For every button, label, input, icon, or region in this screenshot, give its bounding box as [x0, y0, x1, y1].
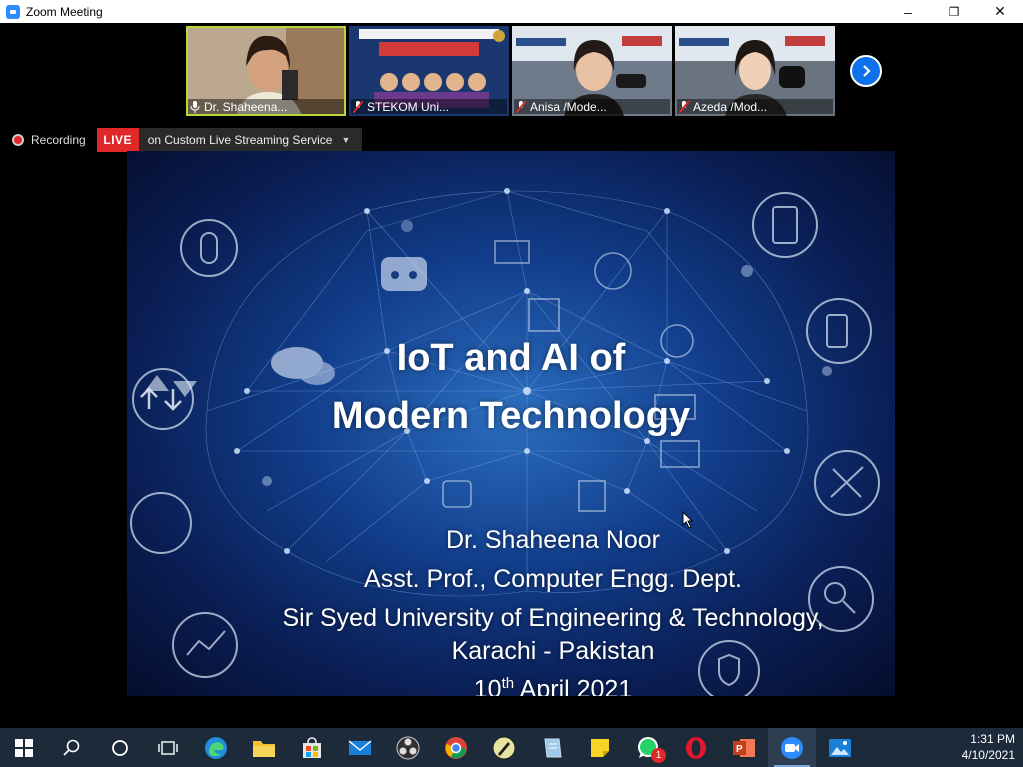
sticky-notes-icon[interactable] [576, 728, 624, 767]
cortana-icon[interactable] [96, 728, 144, 767]
slide-title-line2: Modern Technology [331, 395, 691, 437]
search-icon[interactable] [48, 728, 96, 767]
edge-icon[interactable] [192, 728, 240, 767]
record-dot-icon [12, 134, 24, 146]
participant-name: Azeda /Mod... [677, 99, 833, 114]
close-button[interactable]: ✕ [977, 0, 1023, 23]
file-explorer-icon[interactable] [240, 728, 288, 767]
slide-presenter: Dr. Shaheena Noor [445, 526, 661, 554]
obs-icon[interactable] [384, 728, 432, 767]
live-stream-dropdown[interactable]: on Custom Live Streaming Service ▼ [138, 128, 363, 152]
participant-tile[interactable]: Dr. Shaheena... [186, 26, 346, 116]
powerpoint-icon[interactable]: P [720, 728, 768, 767]
mic-muted-icon [353, 100, 363, 113]
minimize-button[interactable]: – [885, 0, 931, 23]
mic-on-icon [190, 100, 200, 113]
slide-university-line2: Karachi - Pakistan [451, 637, 655, 665]
notepad-icon[interactable] [528, 728, 576, 767]
mic-muted-icon [516, 100, 526, 113]
participant-tile[interactable]: STEKOM Uni... [349, 26, 509, 116]
participant-name: Dr. Shaheena... [188, 99, 344, 114]
chevron-right-icon [863, 65, 871, 77]
window-title: Zoom Meeting [26, 4, 103, 19]
participant-name: STEKOM Uni... [351, 99, 507, 114]
whatsapp-badge: 1 [651, 748, 666, 763]
system-clock[interactable]: 1:31 PM 4/10/2021 [962, 731, 1015, 763]
windows-taskbar: 1 P 1:31 PM 4/10/2021 [0, 728, 1023, 767]
recording-indicator[interactable]: Recording [12, 133, 86, 147]
slide-date: 10th April 2021 [473, 675, 633, 696]
participant-gallery: Dr. Shaheena... STEKOM Uni... Anisa /Mod… [186, 26, 835, 116]
mail-icon[interactable] [336, 728, 384, 767]
recording-bar: Recording LIVE on Custom Live Streaming … [0, 128, 1023, 152]
clock-date: 4/10/2021 [961, 748, 1015, 762]
whatsapp-icon[interactable]: 1 [624, 728, 672, 767]
slide-title-line1: IoT and AI of [396, 337, 626, 379]
task-view-icon[interactable] [144, 728, 192, 767]
participant-name: Anisa /Mode... [514, 99, 670, 114]
shared-screen-slide: IoT and AI of Modern Technology Dr. Shah… [127, 151, 895, 696]
mouse-cursor-icon [682, 511, 694, 529]
photos-icon[interactable] [816, 728, 864, 767]
meeting-area: Dr. Shaheena... STEKOM Uni... Anisa /Mod… [0, 23, 1023, 728]
windows-start-icon[interactable] [0, 728, 48, 767]
svg-text:P: P [736, 744, 743, 755]
store-icon[interactable] [288, 728, 336, 767]
window-title-bar: Zoom Meeting – ❐ ✕ [0, 0, 1023, 23]
caret-down-icon: ▼ [341, 135, 351, 145]
slide-university-line1: Sir Syed University of Engineering & Tec… [282, 604, 824, 632]
next-page-button[interactable] [850, 55, 882, 87]
participant-tile[interactable]: Azeda /Mod... [675, 26, 835, 116]
participant-tile[interactable]: Anisa /Mode... [512, 26, 672, 116]
pen-icon[interactable] [480, 728, 528, 767]
mic-muted-icon [679, 100, 689, 113]
opera-icon[interactable] [672, 728, 720, 767]
chrome-icon[interactable] [432, 728, 480, 767]
zoom-app-icon [6, 4, 20, 19]
restore-button[interactable]: ❐ [931, 0, 977, 23]
slide-position: Asst. Prof., Computer Engg. Dept. [364, 565, 742, 593]
live-badge: LIVE [96, 128, 139, 152]
zoom-icon[interactable] [768, 728, 816, 767]
clock-time: 1:31 PM [970, 732, 1015, 746]
